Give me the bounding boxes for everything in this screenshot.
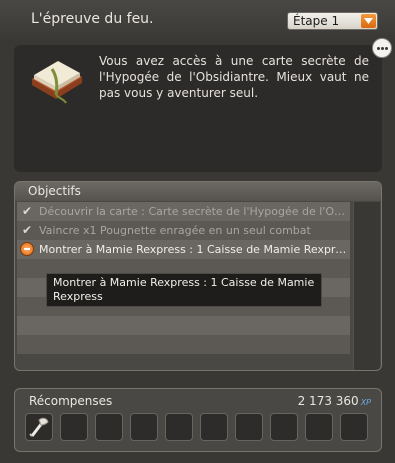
objective-row[interactable]: Montrer à Mamie Rexpress : 1 Caisse de M… (17, 240, 350, 259)
checkmark-icon: ✔ (22, 204, 33, 218)
title-bar: L'épreuve du feu. Étape 1 (0, 0, 395, 40)
checkmark-icon: ✔ (22, 223, 33, 237)
quest-intro: Vous avez accès à une carte secrète de l… (14, 45, 382, 172)
objective-text: Montrer à Mamie Rexpress : 1 Caisse de M… (39, 243, 349, 256)
reward-slot[interactable] (305, 413, 333, 441)
reward-slot[interactable] (60, 413, 88, 441)
objective-row[interactable]: ✔ Découvrir la carte : Carte secrète de … (17, 202, 350, 221)
objective-text: Vaincre x1 Pougnette enragée en un seul … (39, 224, 311, 237)
quest-window: L'épreuve du feu. Étape 1 Vous avez accè… (0, 0, 395, 463)
reward-slot[interactable] (25, 413, 53, 441)
xp-reward: 2 173 360 XP (298, 394, 371, 408)
rewards-panel: Récompenses 2 173 360 XP (14, 388, 382, 452)
quest-book-icon (26, 55, 86, 105)
axe-item-icon (29, 417, 49, 437)
objective-row[interactable]: ✔ Vaincre x1 Pougnette enragée en un seu… (17, 221, 350, 240)
quest-description: Vous avez accès à une carte secrète de l… (99, 54, 369, 100)
objective-text: Découvrir la carte : Carte secrète de l'… (39, 205, 349, 218)
objectives-header: Objectifs (15, 182, 381, 201)
rewards-title: Récompenses (29, 394, 113, 408)
step-dropdown[interactable]: Étape 1 (287, 12, 378, 30)
quest-title: L'épreuve du feu. (31, 11, 154, 27)
reward-slot[interactable] (270, 413, 298, 441)
objective-tooltip: Montrer à Mamie Rexpress : 1 Caisse de M… (46, 273, 322, 307)
reward-slot[interactable] (200, 413, 228, 441)
active-objective-icon (20, 242, 34, 256)
reward-slot[interactable] (235, 413, 263, 441)
xp-unit: XP (360, 398, 371, 407)
chat-bubble-icon[interactable] (372, 38, 392, 58)
objective-row-empty (17, 335, 350, 354)
step-dropdown-value: Étape 1 (293, 14, 340, 28)
reward-slot[interactable] (165, 413, 193, 441)
objectives-title: Objectifs (28, 184, 81, 198)
objectives-scrollbar[interactable] (353, 202, 380, 370)
reward-slot[interactable] (130, 413, 158, 441)
xp-value: 2 173 360 (297, 394, 359, 408)
objective-row-empty (17, 316, 350, 335)
chevron-down-icon[interactable] (361, 14, 376, 28)
reward-slot[interactable] (95, 413, 123, 441)
reward-slot[interactable] (340, 413, 368, 441)
